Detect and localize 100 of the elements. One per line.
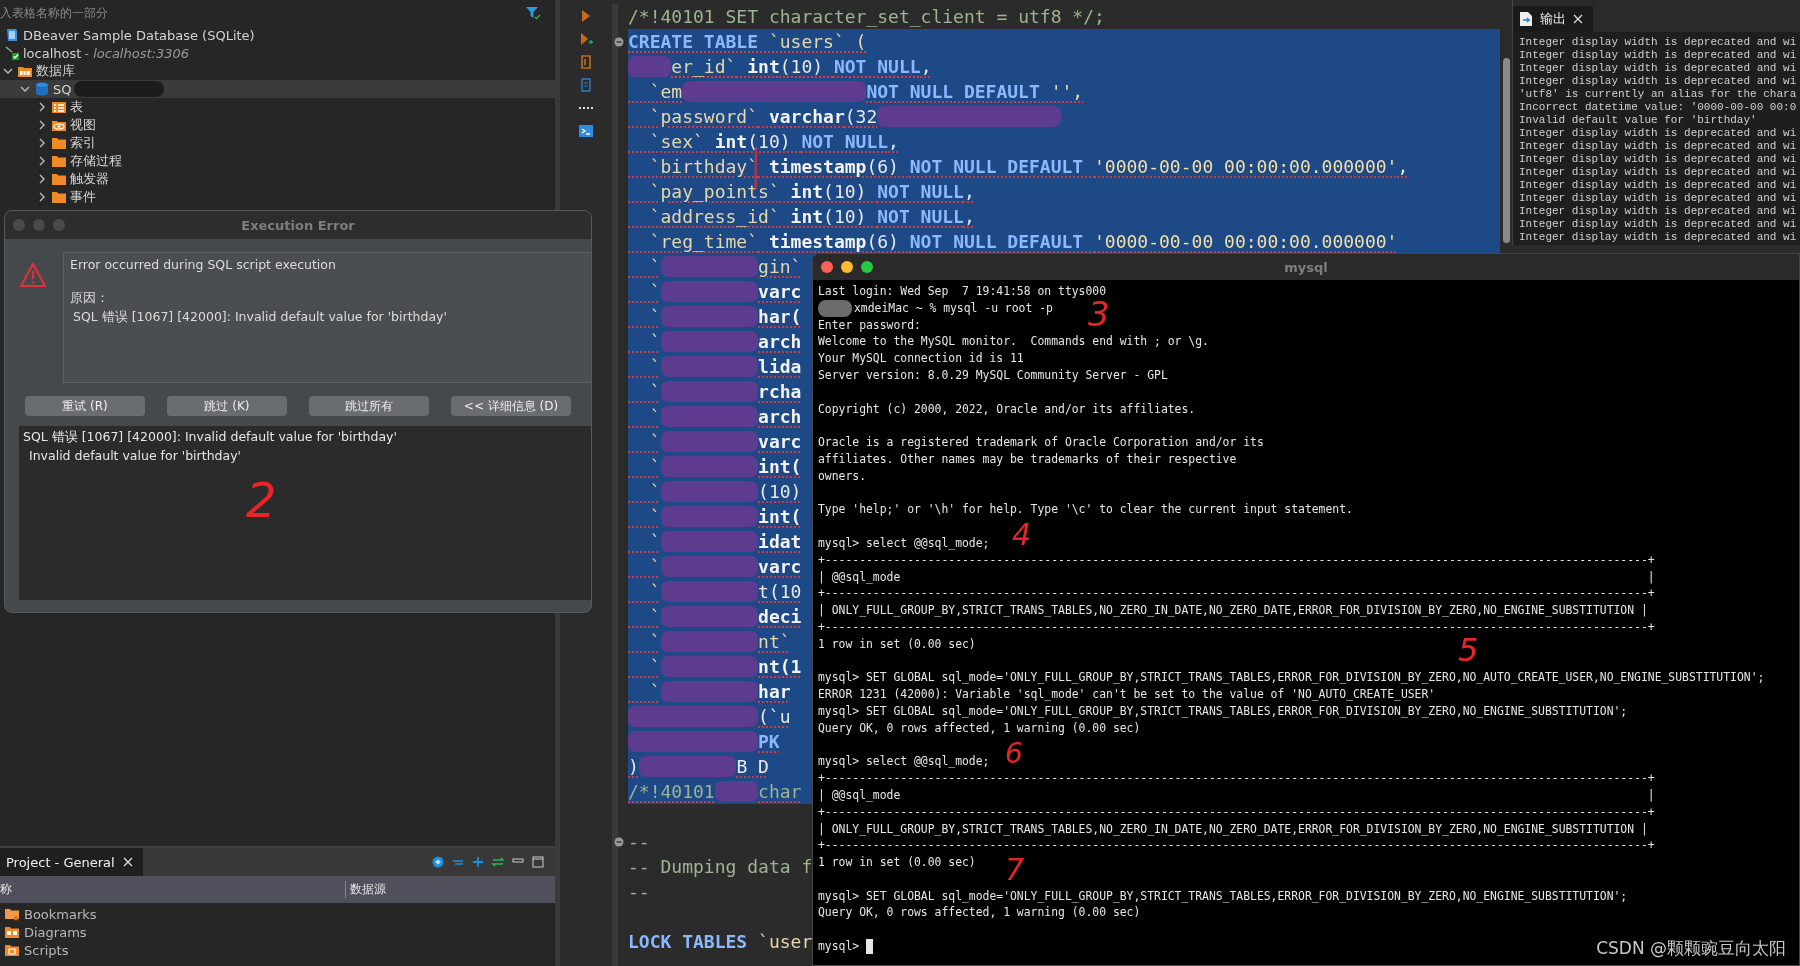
project-item[interactable]: Bookmarks [0,905,555,923]
maximize-icon[interactable] [531,855,545,869]
code-text: B D [736,756,769,777]
code-text: (6) [866,156,900,177]
code-text: NOT NULL DEFAULT [909,156,1085,177]
code-text: (6) [866,231,900,252]
plus-icon[interactable] [471,855,485,869]
code-text: varc [758,281,802,302]
tree-item[interactable]: 表 [0,98,555,116]
tree-item[interactable]: 数据库 [0,62,555,80]
code-text: `em [648,81,683,102]
code-text: /*!40101 SET character_set_client = utf8 */; [628,6,1105,27]
zoom-button[interactable] [861,261,873,273]
project-item[interactable]: Diagrams [0,923,555,941]
output-tab[interactable]: 输出 [1513,6,1593,32]
code-text: ` [648,331,661,352]
table-icon [51,99,67,115]
sync-arrows-icon[interactable] [491,855,505,869]
dialog-button[interactable]: << 详细信息 (D) [451,396,571,416]
code-text: (10) [823,181,868,202]
close-button[interactable] [821,261,833,273]
terminal-line: Oracle is a registered trademark of Oracle Corporation and/or its [818,434,1264,451]
terminal-line: Enter password: [818,316,921,334]
project-item[interactable]: Scripts [0,941,555,959]
close-icon[interactable] [1573,14,1583,24]
code-text: NOT NULL DEFAULT [866,81,1041,102]
terminal-icon[interactable] [578,123,594,139]
code-text: `users` ( [768,31,867,52]
code-text: arch [758,406,802,427]
fold-icon[interactable] [614,37,624,47]
code-text: timestamp [767,231,867,252]
handwritten-number: 5 [1458,634,1479,666]
redaction-mark [818,299,852,317]
code-text: (32 [844,106,878,127]
code-text: deci [758,606,802,627]
code-text: ` [648,381,661,402]
column-header[interactable]: 数据源 [346,881,386,898]
code-text: -- Dumping data f [628,856,813,877]
code-text: `pay_points` [648,181,780,202]
code-text: (10) [823,206,868,227]
folder-icon [51,171,67,187]
tree-item[interactable]: 事件 [0,188,555,206]
scrollbar-thumb[interactable] [1502,58,1510,243]
error-reason: SQL 错误 [1067] [42000]: Invalid default value for 'birthday' [72,309,448,326]
terminal-line: Copyright (c) 2000, 2022, Oracle and/or its affiliates. [818,400,1196,418]
play-icon[interactable] [578,31,594,47]
log-line: Integer display width is deprecated and wi [1519,231,1798,244]
code-text: NOT NULL DEFAULT [909,231,1085,252]
log-line: Integer display width is deprecated and wi [1519,166,1798,179]
log-line: Integer display width is deprecated and wi [1519,192,1798,205]
terminal-line: Query OK, 0 rows affected, 1 warning (0.00 sec) [818,719,1141,737]
log-line: Integer display width is deprecated and wi [1519,205,1798,218]
tree-item[interactable]: SQ [0,80,555,98]
tree-item[interactable]: 视图 [0,116,555,134]
handwritten-number: 7 [1005,855,1025,885]
dialog-button[interactable]: 跳过所有 [309,396,429,416]
log-line: Integer display width is deprecated and wi [1519,62,1798,75]
dialog-button[interactable]: 跳过 (K) [167,396,287,416]
tree-item[interactable]: 触发器 [0,170,555,188]
close-icon[interactable] [122,857,133,867]
code-text: int [789,206,824,227]
code-text: ` [648,256,661,277]
dialog-title: Execution Error [241,217,355,233]
minimize-button[interactable] [841,261,853,273]
redaction-mark [628,56,672,77]
gear-icon[interactable] [431,855,445,869]
column-header[interactable]: 称 [0,881,346,898]
document-icon[interactable] [578,77,594,93]
dialog-button[interactable]: 重试 (R) [25,396,145,416]
tree-item[interactable]: 索引 [0,134,555,152]
handwritten-number: 2 [246,476,277,524]
code-text: `user [758,931,813,952]
log-line: Integer display width is deprecated and wi [1519,218,1798,231]
terminal-line: | @@sql_mode | [818,568,1655,586]
code-text: int( [758,506,802,527]
warning-icon [19,262,47,288]
code-text: ` [648,681,661,702]
terminal-line: +------------------------------------------------------------------------------------------------------------------------+ [818,618,1655,636]
code-text: varc [758,431,802,452]
code-text: `sex` [648,131,704,152]
tree-item[interactable]: DBeaver Sample Database (SQLite) [0,26,555,44]
project-tab[interactable]: Project - General [0,848,143,876]
filter-field[interactable]: 入表格名称的一部分 [0,6,525,20]
terminal-line: mysql> select @@sql_mode; [818,753,990,771]
code-text: arch [758,331,802,352]
code-text: varchar [767,106,845,127]
star-folder-icon [4,906,20,922]
terminal-line: | ONLY_FULL_GROUP_BY,STRICT_TRANS_TABLES,NO_ZERO_IN_DATE,NO_ZERO_DATE,ERROR_FOR_DIVISION_BY_ZERO,NO_ENGINE_SUBSTITUTION | [818,602,1648,619]
terminal-line: +------------------------------------------------------------------------------------------------------------------------+ [818,837,1655,855]
fold-icon[interactable] [614,837,624,847]
script-icon[interactable] [578,54,594,70]
log-line: Integer display width is deprecated and wi [1519,179,1798,192]
filter-icon[interactable] [525,5,541,21]
code-text: `birthday` [648,156,759,177]
log-line: Integer display width is deprecated and wi [1519,36,1798,49]
code-text: PK [758,731,780,752]
folder-icon [51,135,67,151]
tree-item[interactable]: 存储过程 [0,152,555,170]
detail-text: Invalid default value for 'birthday' [28,448,242,463]
tree-item[interactable]: localhost - localhost:3306 [0,44,555,62]
